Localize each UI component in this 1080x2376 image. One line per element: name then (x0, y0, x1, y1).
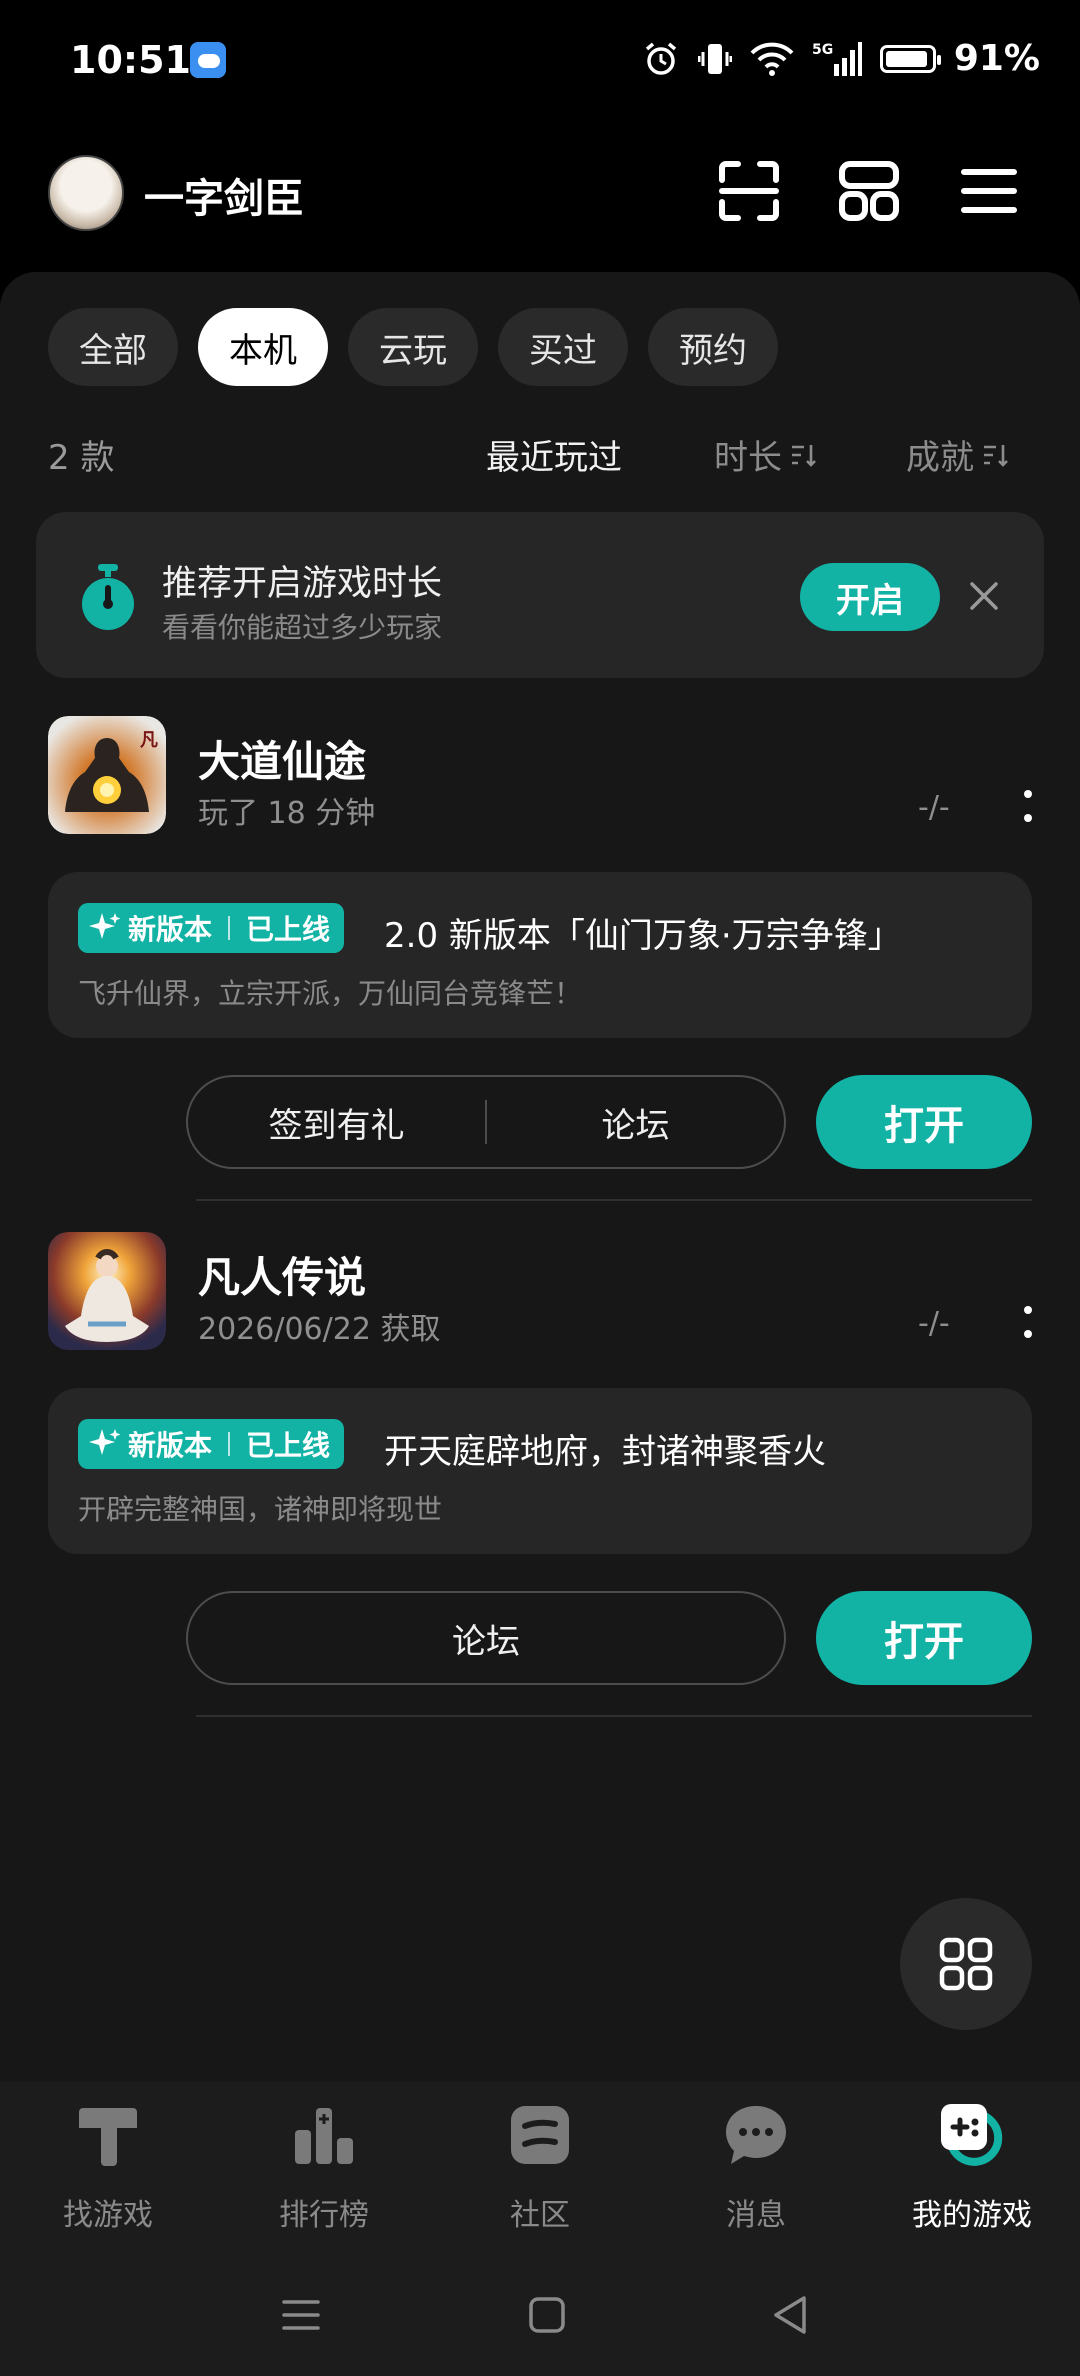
vibrate-icon (697, 43, 732, 74)
sort-achievement[interactable]: 成就 (906, 430, 1008, 479)
game-icon-dadao[interactable]: 凡 (48, 716, 166, 834)
divider (196, 1715, 1032, 1717)
badge-status: 已上线 (246, 1429, 331, 1462)
status-indicators: 5G 91% (642, 38, 1040, 79)
sort-duration[interactable]: 时长 (714, 430, 816, 479)
open-game-button[interactable]: 打开 (816, 1075, 1032, 1169)
tab-cloud[interactable]: 云玩 (348, 308, 478, 386)
wifi-icon (750, 42, 794, 76)
more-options-icon[interactable] (1022, 1304, 1034, 1340)
find-games-icon (79, 2108, 137, 2166)
nav-label: 社区 (510, 2198, 570, 2233)
news-subtitle: 飞升仙界，立宗开派，万仙同台竞锋芒！ (78, 977, 583, 1010)
sparkle-icon (89, 913, 121, 939)
svg-text:5G: 5G (812, 42, 833, 58)
new-version-badge: 新版本 已上线 (78, 1419, 345, 1469)
scan-icon[interactable] (716, 158, 782, 224)
nav-label: 消息 (726, 2198, 786, 2233)
badge-status: 已上线 (246, 913, 331, 946)
game-name[interactable]: 大道仙途 (198, 728, 366, 789)
messages-icon (726, 2106, 786, 2164)
tab-all[interactable]: 全部 (48, 308, 178, 386)
tab-reserved[interactable]: 预约 (648, 308, 778, 386)
nav-label: 找游戏 (63, 2198, 153, 2233)
alarm-icon (645, 42, 676, 75)
sort-recent[interactable]: 最近玩过 (486, 430, 622, 479)
recommend-subtitle: 看看你能超过多少玩家 (162, 611, 443, 644)
game-actions-group: 论坛 (186, 1591, 786, 1685)
nav-find-games[interactable]: 找游戏 (0, 2100, 216, 2234)
sort-duration-label: 时长 (714, 438, 782, 478)
game-achievement-stat: -/- (918, 790, 950, 825)
open-game-button[interactable]: 打开 (816, 1591, 1032, 1685)
home-icon[interactable] (522, 2290, 572, 2340)
sparkle-icon (89, 1429, 121, 1455)
close-icon[interactable] (966, 578, 1002, 614)
menu-icon[interactable] (956, 158, 1022, 224)
username[interactable]: 一字剑臣 (144, 166, 304, 224)
news-subtitle: 开辟完整神国，诸神即将现世 (78, 1493, 443, 1526)
game-actions-group: 签到有礼 论坛 (186, 1075, 786, 1169)
news-title: 开天庭辟地府，封诸神聚香火 (384, 1432, 826, 1472)
tab-local[interactable]: 本机 (198, 308, 328, 386)
avatar[interactable] (48, 155, 124, 231)
game-count: 2 款 (48, 438, 115, 478)
my-games-icon (941, 2104, 1003, 2166)
more-options-icon[interactable] (1022, 788, 1034, 824)
quick-menu-button[interactable] (900, 1898, 1032, 2030)
back-icon[interactable] (766, 2290, 816, 2340)
divider (196, 1199, 1032, 1201)
svg-text:凡: 凡 (140, 730, 158, 751)
game-playtime: 玩了 18 分钟 (198, 796, 376, 831)
sort-recent-label: 最近玩过 (486, 438, 622, 478)
nav-my-games[interactable]: 我的游戏 (864, 2100, 1080, 2234)
recent-apps-icon[interactable] (276, 2290, 326, 2340)
sort-icon (984, 444, 1008, 467)
nav-community[interactable]: 社区 (432, 2100, 648, 2234)
battery-level: 91% (953, 38, 1040, 79)
nav-messages[interactable]: 消息 (648, 2100, 864, 2234)
nav-rankings[interactable]: 排行榜 (216, 2100, 432, 2234)
stopwatch-icon (82, 564, 134, 630)
badge-label: 新版本 (128, 1429, 213, 1462)
game-acquired-date: 2026/06/22 获取 (198, 1312, 441, 1347)
forum-button[interactable]: 论坛 (487, 1098, 784, 1147)
rankings-icon (295, 2108, 353, 2164)
checkin-gift-button[interactable]: 签到有礼 (188, 1098, 485, 1147)
weather-icon (190, 42, 226, 78)
game-icon-fanren[interactable] (48, 1232, 166, 1350)
battery-icon (879, 44, 941, 73)
news-title: 2.0 新版本「仙门万象·万宗争锋」 (384, 916, 902, 956)
nav-label: 排行榜 (279, 2198, 369, 2233)
nav-label: 我的游戏 (912, 2198, 1032, 2233)
new-version-badge: 新版本 已上线 (78, 903, 345, 953)
badge-label: 新版本 (128, 913, 213, 946)
status-time: 10:51 (70, 38, 191, 82)
game-achievement-stat: -/- (918, 1306, 950, 1341)
grid-layout-icon[interactable] (836, 158, 902, 224)
signal-5g-icon: 5G (812, 41, 862, 76)
apps-grid-icon (939, 1937, 993, 1991)
community-icon (511, 2106, 569, 2164)
sort-achievement-label: 成就 (906, 438, 974, 478)
game-name[interactable]: 凡人传说 (198, 1244, 366, 1305)
forum-button[interactable]: 论坛 (188, 1614, 784, 1663)
tab-purchased[interactable]: 买过 (498, 308, 628, 386)
recommend-title: 推荐开启游戏时长 (162, 564, 443, 604)
enable-button[interactable]: 开启 (800, 563, 940, 631)
sort-icon (792, 444, 816, 467)
